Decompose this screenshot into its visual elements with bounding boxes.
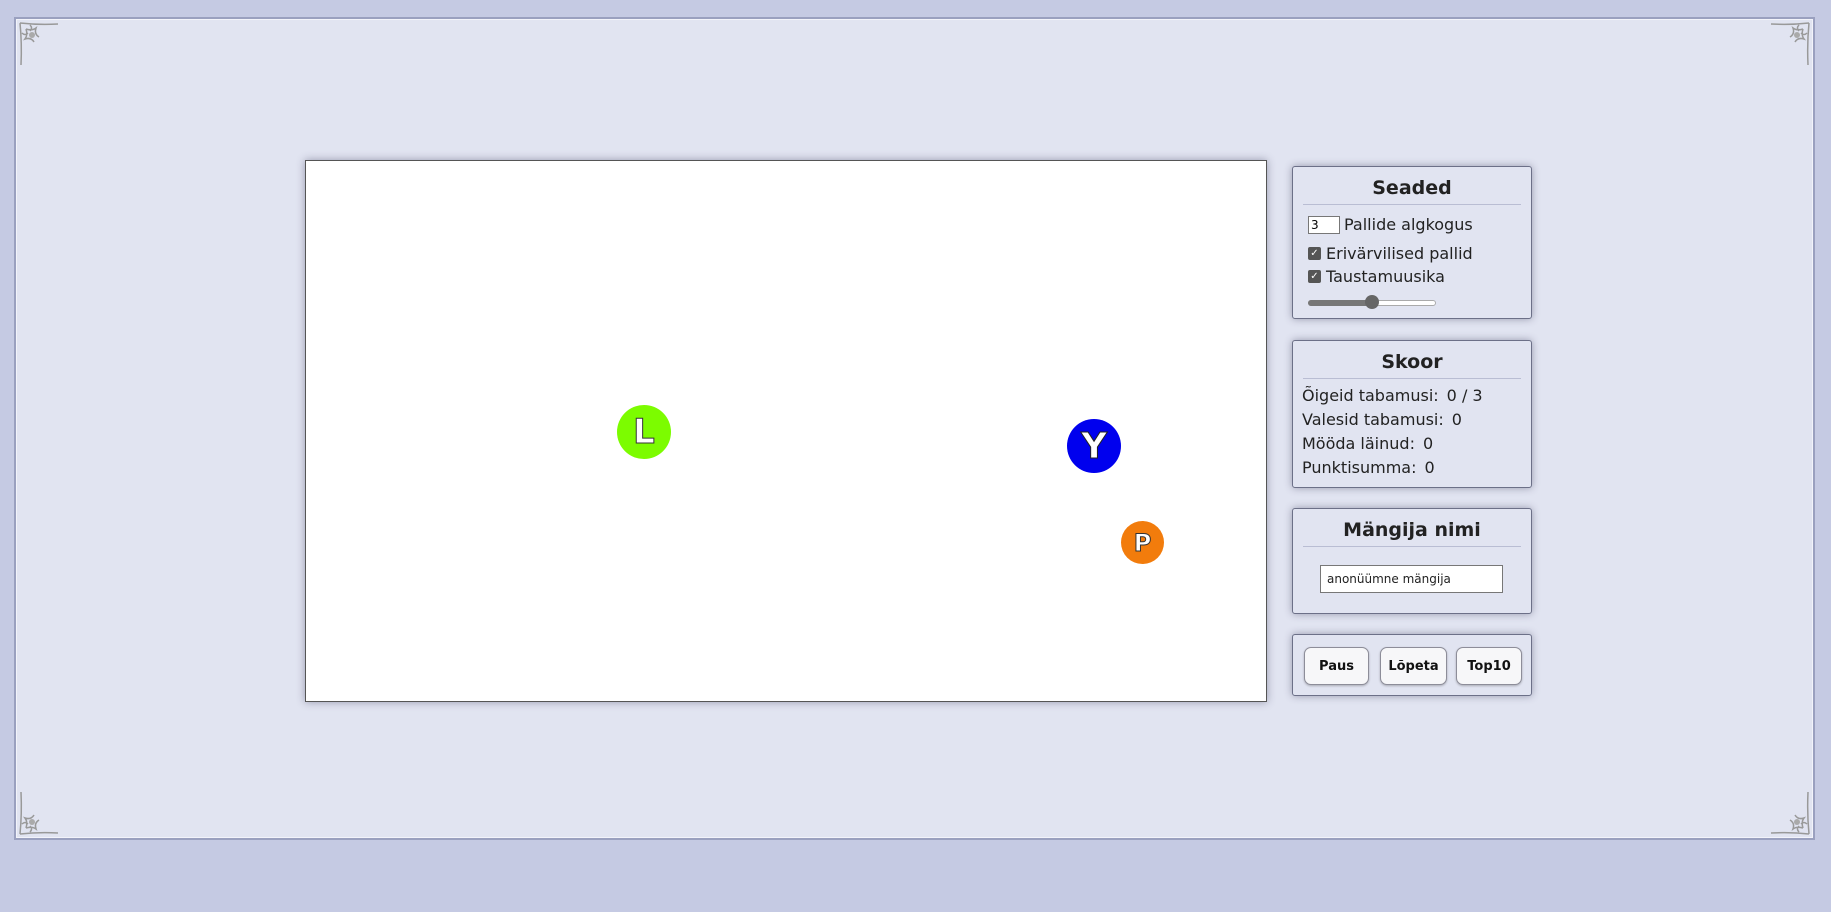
player-panel: Mängija nimi	[1292, 508, 1532, 614]
corner-ornament	[1767, 788, 1811, 836]
game-canvas[interactable]: L Y P	[305, 160, 1267, 702]
correct-hits-value: 0 / 3	[1446, 386, 1483, 405]
total-label: Punktisumma:	[1302, 458, 1417, 477]
total-row: Punktisumma: 0	[1302, 458, 1435, 477]
settings-title: Seaded	[1303, 177, 1521, 205]
ball-count-input[interactable]	[1308, 215, 1340, 234]
pause-button[interactable]: Paus	[1304, 647, 1369, 685]
volume-slider[interactable]	[1308, 295, 1436, 309]
colored-balls-row: ✓ Erivärvilised pallid	[1308, 244, 1473, 263]
ball-letter: Y	[1080, 425, 1108, 467]
music-label: Taustamuusika	[1326, 267, 1445, 286]
missed-row: Mööda läinud: 0	[1302, 434, 1433, 453]
colored-balls-label: Erivärvilised pallid	[1326, 244, 1473, 263]
settings-panel: Seaded Pallide algkogus ✓ Erivärvilised …	[1292, 166, 1532, 319]
corner-ornament	[18, 21, 62, 69]
top10-button[interactable]: Top10	[1456, 647, 1522, 685]
end-button[interactable]: Lõpeta	[1380, 647, 1447, 685]
ball-letter: P	[1133, 528, 1152, 557]
corner-ornament	[18, 788, 62, 836]
player-name-input[interactable]	[1320, 565, 1503, 593]
wrong-hits-row: Valesid tabamusi: 0	[1302, 410, 1462, 429]
corner-ornament	[1767, 21, 1811, 69]
slider-fill	[1308, 300, 1372, 306]
ball-letter: L	[633, 412, 656, 453]
wrong-hits-value: 0	[1451, 410, 1462, 429]
score-panel: Skoor Õigeid tabamusi: 0 / 3 Valesid taba…	[1292, 340, 1532, 488]
total-value: 0	[1424, 458, 1435, 477]
correct-hits-row: Õigeid tabamusi: 0 / 3	[1302, 386, 1483, 405]
ball-p[interactable]: P	[1121, 521, 1164, 564]
slider-thumb[interactable]	[1365, 295, 1379, 309]
wrong-hits-label: Valesid tabamusi:	[1302, 410, 1444, 429]
music-row: ✓ Taustamuusika	[1308, 267, 1445, 286]
music-checkbox[interactable]: ✓	[1308, 270, 1321, 283]
ball-y[interactable]: Y	[1067, 419, 1121, 473]
ball-count-row: Pallide algkogus	[1308, 215, 1473, 234]
controls-panel: Paus Lõpeta Top10	[1292, 634, 1532, 696]
missed-label: Mööda läinud:	[1302, 434, 1415, 453]
correct-hits-label: Õigeid tabamusi:	[1302, 386, 1439, 405]
score-title: Skoor	[1303, 351, 1521, 379]
colored-balls-checkbox[interactable]: ✓	[1308, 247, 1321, 260]
ball-l[interactable]: L	[617, 405, 671, 459]
missed-value: 0	[1422, 434, 1434, 453]
ball-count-label: Pallide algkogus	[1344, 215, 1473, 234]
player-title: Mängija nimi	[1303, 519, 1521, 547]
